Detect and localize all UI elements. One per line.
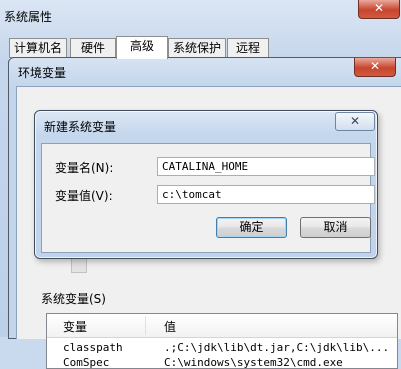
system-properties-title: 系统属性 — [4, 10, 53, 24]
tab-system-protection[interactable]: 系统保护 — [168, 38, 226, 58]
system-variables-list[interactable]: 变量 值 classpath .;C:\jdk\lib\dt.jar,C:\jd… — [46, 313, 398, 369]
tab-remote[interactable]: 远程 — [227, 38, 269, 58]
variable-value-field[interactable]: c:\tomcat — [157, 185, 375, 204]
variable-name-cell: ComSpec — [63, 356, 110, 369]
list-header: 变量 值 — [47, 314, 397, 338]
column-divider — [145, 316, 146, 335]
variable-name-field[interactable]: CATALINA_HOME — [157, 157, 375, 176]
variable-value-label: 变量值(V): — [55, 189, 113, 203]
ok-button[interactable]: 确定 — [216, 217, 287, 238]
tab-hardware[interactable]: 硬件 — [70, 38, 116, 58]
new-system-variable-dialog: 新建系统变量 ✕ 变量名(N): CATALINA_HOME 变量值(V): c… — [34, 110, 378, 259]
tab-advanced[interactable]: 高级 — [116, 36, 168, 59]
cancel-button[interactable]: 取消 — [300, 217, 371, 238]
dialog-close-button[interactable]: ✕ — [335, 112, 375, 131]
column-header-variable[interactable]: 变量 — [63, 318, 87, 335]
close-icon: ✕ — [373, 1, 385, 15]
dialog-title: 新建系统变量 — [44, 120, 117, 134]
table-row[interactable]: ComSpec C:\windows\system32\cmd.exe — [47, 356, 397, 369]
close-icon: ✕ — [349, 114, 361, 128]
variable-value-cell: .;C:\jdk\lib\dt.jar,C:\jdk\lib\... — [164, 341, 390, 354]
variable-value-cell: C:\windows\system32\cmd.exe — [164, 356, 343, 369]
environment-variables-close-button[interactable]: ✕ — [354, 58, 396, 77]
variable-name-cell: classpath — [63, 341, 123, 354]
environment-variables-title: 环境变量 — [18, 66, 67, 80]
variable-name-label: 变量名(N): — [55, 161, 114, 175]
system-properties-close-button[interactable]: ✕ — [358, 0, 400, 19]
system-variables-label: 系统变量(S) — [41, 292, 106, 306]
close-icon: ✕ — [369, 59, 381, 73]
column-header-value[interactable]: 值 — [164, 318, 176, 335]
table-row[interactable]: classpath .;C:\jdk\lib\dt.jar,C:\jdk\lib… — [47, 341, 397, 356]
tab-computer-name[interactable]: 计算机名 — [9, 38, 67, 58]
dialog-body: 变量名(N): CATALINA_HOME 变量值(V): c:\tomcat … — [41, 143, 375, 253]
